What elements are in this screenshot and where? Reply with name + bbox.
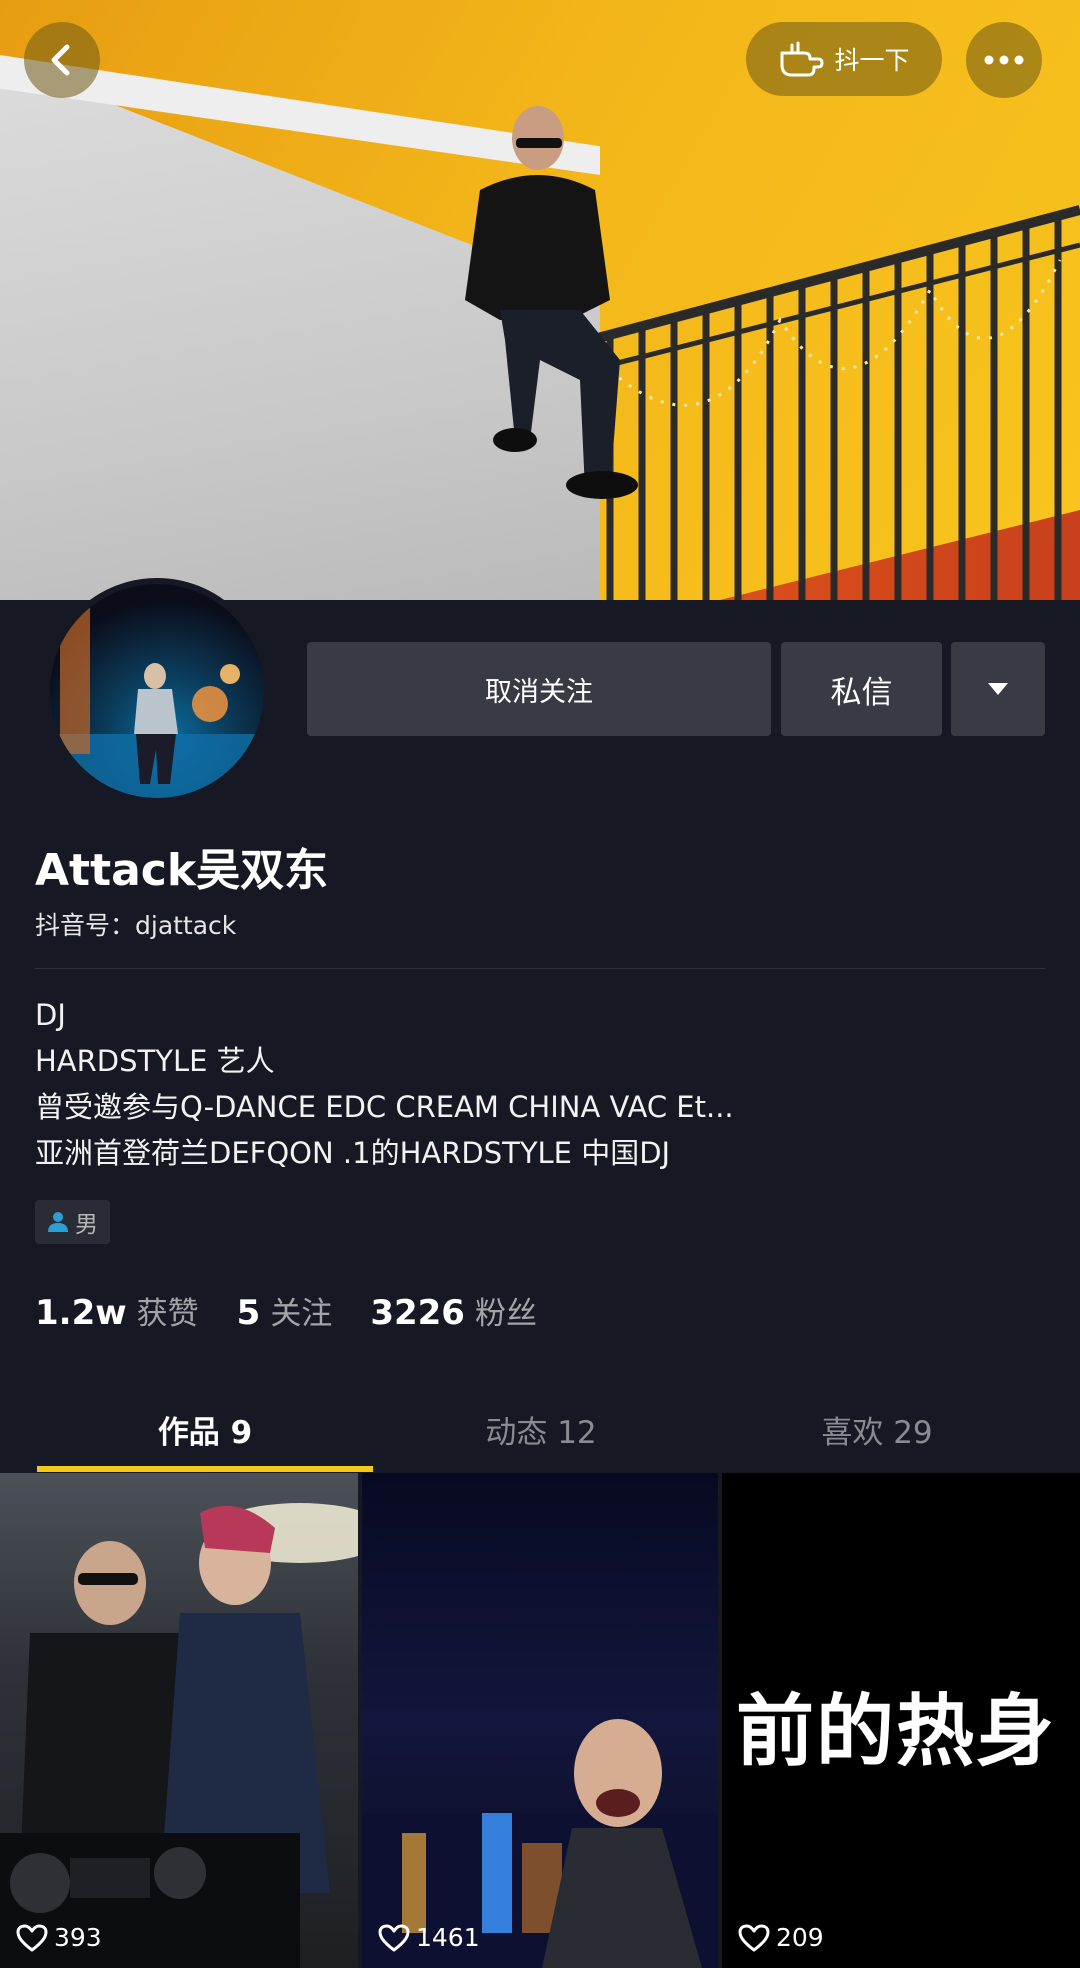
video-thumbnail[interactable]: 393	[0, 1473, 358, 1968]
video-likes-count: 209	[776, 1923, 824, 1952]
account-id: 抖音号：djattack	[35, 911, 237, 940]
stats-row: 1.2w 获赞 5 关注 3226 粉丝	[35, 1288, 537, 1333]
likes-count: 1.2w	[35, 1293, 127, 1333]
following-label[interactable]: 关注	[270, 1288, 332, 1333]
heart-icon	[378, 1924, 410, 1951]
more-dots-icon	[984, 55, 1024, 65]
content-tabs: 作品 9 动态 12 喜欢 29	[0, 1395, 1080, 1473]
bio-line: 曾受邀参与Q-DANCE EDC CREAM CHINA VAC Et...	[35, 1090, 734, 1124]
more-button[interactable]	[966, 22, 1042, 98]
video-likes-count: 393	[54, 1923, 102, 1952]
back-button[interactable]	[24, 22, 100, 98]
divider	[35, 968, 1045, 969]
video-likes: 1461	[378, 1923, 480, 1952]
followers-label[interactable]: 粉丝	[475, 1288, 537, 1333]
tab-activity[interactable]: 动态 12	[373, 1395, 709, 1473]
dropdown-triangle-icon	[988, 683, 1008, 695]
cover-railing	[590, 205, 1080, 600]
gender-tag: 男	[35, 1200, 110, 1244]
following-count[interactable]: 5	[237, 1293, 261, 1333]
person-icon	[48, 1212, 68, 1232]
heart-icon	[16, 1924, 48, 1951]
back-arrow-icon	[51, 44, 70, 76]
bio-line: DJ	[35, 998, 66, 1032]
hand-shake-icon	[780, 41, 824, 77]
gender-label: 男	[75, 1212, 98, 1238]
thumbnail-caption: 前的热身	[736, 1687, 1057, 1777]
message-button[interactable]: 私信	[781, 642, 942, 736]
tab-works[interactable]: 作品 9	[37, 1395, 373, 1473]
video-grid: 393 1461 前的热身 209	[0, 1473, 1080, 1968]
video-likes: 209	[738, 1923, 824, 1952]
nickname: Attack吴双东	[35, 845, 329, 896]
bio-line: 亚洲首登荷兰DEFQON .1的HARDSTYLE 中国DJ	[35, 1136, 671, 1170]
recommend-dropdown-button[interactable]	[951, 642, 1045, 736]
video-thumbnail[interactable]: 前的热身 209	[722, 1473, 1080, 1968]
thumbnail-image	[0, 1503, 358, 1968]
video-likes-count: 1461	[416, 1923, 480, 1952]
cover-person	[465, 106, 638, 499]
bio: DJ HARDSTYLE 艺人 曾受邀参与Q-DANCE EDC CREAM C…	[35, 992, 734, 1176]
bio-line: HARDSTYLE 艺人	[35, 1044, 275, 1078]
video-thumbnail[interactable]: 1461	[362, 1473, 718, 1968]
avatar[interactable]	[44, 578, 270, 804]
video-likes: 393	[16, 1923, 102, 1952]
tab-indicator	[37, 1466, 373, 1472]
shake-button[interactable]: 抖一下	[746, 22, 942, 96]
unfollow-button[interactable]: 取消关注	[307, 642, 771, 736]
tab-liked[interactable]: 喜欢 29	[709, 1395, 1045, 1473]
heart-icon	[738, 1924, 770, 1951]
thumbnail-image	[362, 1719, 718, 1968]
followers-count[interactable]: 3226	[370, 1293, 465, 1333]
avatar-image	[50, 584, 264, 798]
likes-label: 获赞	[136, 1296, 199, 1332]
shake-label: 抖一下	[834, 46, 910, 75]
